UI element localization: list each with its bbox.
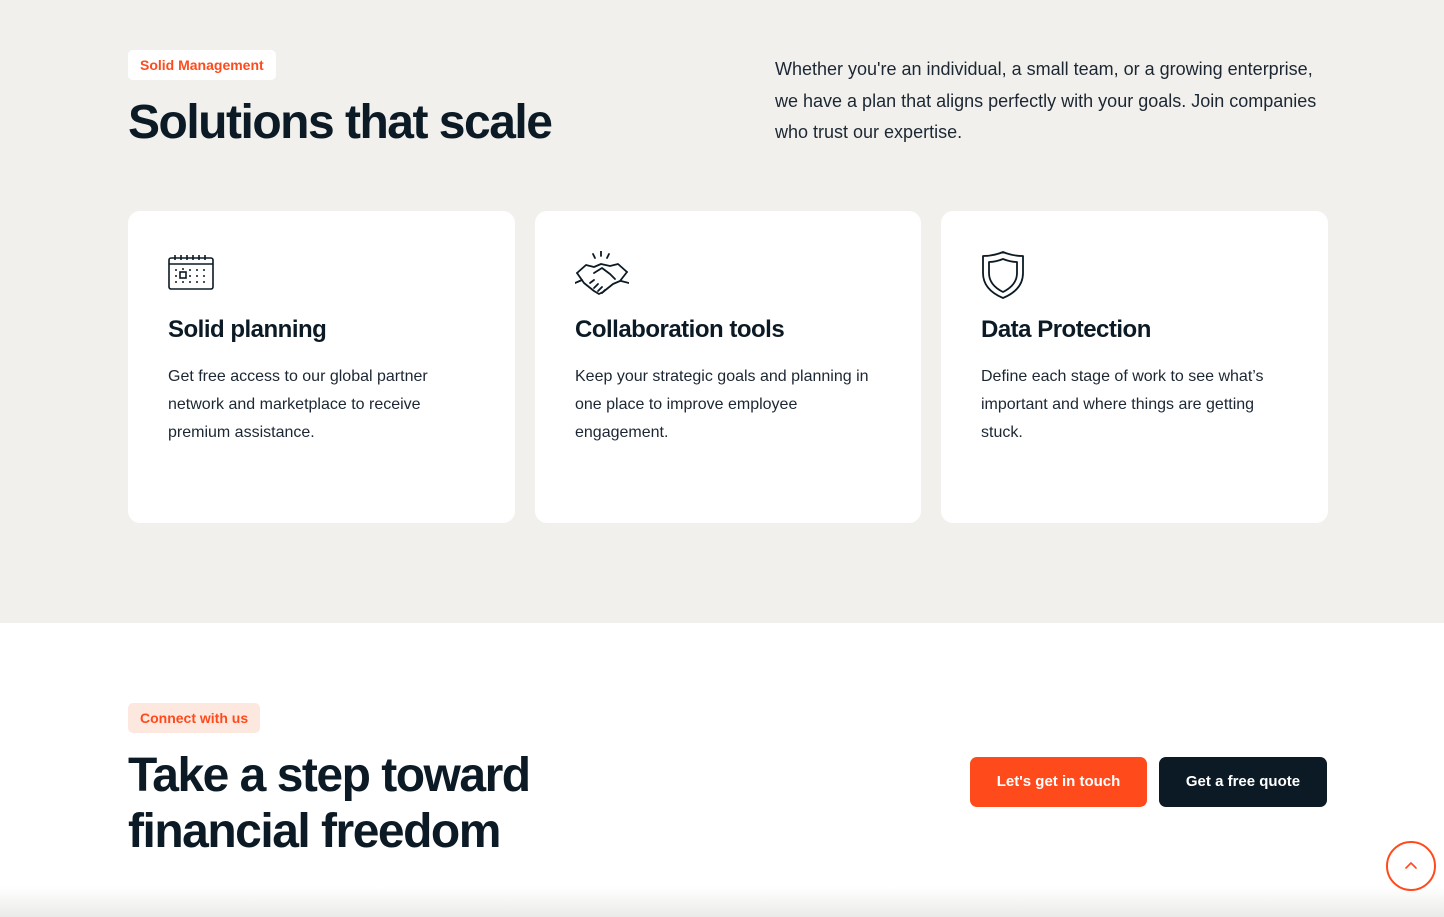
shield-icon: [981, 251, 1033, 299]
free-quote-button[interactable]: Get a free quote: [1159, 757, 1327, 807]
section-badge: Solid Management: [128, 50, 276, 80]
connect-badge: Connect with us: [128, 703, 261, 733]
feature-card-protection: Data Protection Define each stage of wor…: [941, 211, 1328, 523]
card-title: Data Protection: [981, 316, 1151, 343]
card-text: Define each stage of work to see what’s …: [981, 368, 1264, 441]
card-text: Get free access to our global partner ne…: [168, 368, 428, 441]
handshake-icon: [574, 250, 630, 299]
connect-title: Take a step toward financial freedom: [128, 749, 531, 858]
chevron-up-icon: [1404, 857, 1418, 875]
card-text: Keep your strategic goals and planning i…: [575, 368, 869, 441]
bottom-fade: [0, 887, 1444, 917]
scroll-to-top-button[interactable]: [1386, 841, 1436, 891]
card-title: Collaboration tools: [575, 316, 785, 343]
card-title: Solid planning: [168, 316, 327, 343]
get-in-touch-button[interactable]: Let's get in touch: [970, 757, 1147, 807]
section-intro: Whether you're an individual, a small te…: [775, 59, 1317, 142]
feature-card-collaboration: Collaboration tools Keep your strategic …: [535, 211, 921, 523]
calendar-icon: [168, 251, 220, 299]
feature-card-planning: Solid planning Get free access to our gl…: [128, 211, 515, 523]
section-title: Solutions that scale: [128, 96, 553, 149]
